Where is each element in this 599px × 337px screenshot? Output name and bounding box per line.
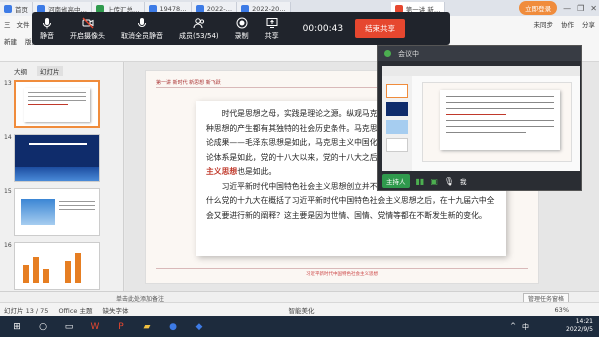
meeting-floating-window[interactable]: 会议中 主持人 ▮▮ ▣ 🎙 我 <box>377 45 582 191</box>
tab-slides[interactable]: 幻灯片 <box>37 66 63 76</box>
host-badge: 主持人 <box>382 174 410 188</box>
meeting-app-icon[interactable]: ◆ <box>190 320 208 334</box>
chevron-up-icon[interactable]: ^ <box>510 322 516 332</box>
meeting-window-controls: 主持人 ▮▮ ▣ 🎙 我 <box>382 174 467 188</box>
windows-taskbar: ⊞ ○ ▭ W P ▰ ● ◆ ^ 中 14:21 2022/9/5 <box>0 316 599 337</box>
status-bar: 幻灯片 13 / 75 Office 主题 缺失字体 智能美化 63% <box>0 302 599 316</box>
task-view-icon[interactable]: ▭ <box>60 320 78 334</box>
slide-thumb-row[interactable]: 13 <box>4 80 100 128</box>
left-panel-tabs: 大纲 幻灯片 <box>0 62 123 80</box>
folder-icon[interactable]: ▰ <box>138 320 156 334</box>
record-button[interactable]: 录制 <box>235 17 249 41</box>
close-icon[interactable]: ✕ <box>590 4 597 13</box>
signal-icon: ▮▮ <box>415 176 425 186</box>
share-label: 共享 <box>264 31 279 40</box>
slide-thumbnail[interactable] <box>14 242 100 290</box>
tab-home[interactable]: 首页 <box>0 2 33 16</box>
slide-thumbnail[interactable] <box>14 134 100 182</box>
slide-number: 13 <box>4 80 12 87</box>
minimize-icon[interactable]: — <box>563 4 571 13</box>
footer-divider <box>156 268 528 269</box>
clock-time: 14:21 <box>575 318 593 325</box>
mute-button[interactable]: 静音 <box>40 17 54 41</box>
slide-thumb-row[interactable]: 16 <box>4 242 100 290</box>
share-screen-icon <box>266 17 278 28</box>
record-icon <box>236 17 248 28</box>
windows-start-icon[interactable]: ⊞ <box>8 320 26 334</box>
slide-thumb-row[interactable]: 15 <box>4 188 100 236</box>
ribbon-right-tools: 未同步 协作 分享 <box>534 19 596 29</box>
home-icon <box>4 5 12 13</box>
login-button[interactable]: 立即登录 <box>519 1 558 15</box>
camera-off-icon <box>82 17 93 28</box>
slide-thumb-row[interactable]: 14 <box>4 134 100 182</box>
microphone-icon <box>43 17 51 28</box>
meeting-window-title: 会议中 <box>378 46 581 61</box>
camera-button[interactable]: 开启摄像头 <box>70 17 105 41</box>
ribbon-right-item[interactable]: 协作 <box>561 19 574 29</box>
window-controls: 立即登录 — ❐ ✕ <box>519 1 597 15</box>
chat-icon[interactable]: ▣ <box>430 177 438 186</box>
menu-item[interactable]: 三 <box>4 19 11 29</box>
slide-footer-text: 习近平新时代中国特色社会主义思想 <box>306 272 378 277</box>
members-icon <box>193 17 204 28</box>
notes-bar: 单击此处添加备注 管理任务窗格 <box>0 291 599 304</box>
wps-icon[interactable]: W <box>86 320 104 334</box>
record-label: 录制 <box>234 31 249 40</box>
slide-number: 16 <box>4 242 12 249</box>
unmute-all-button[interactable]: 取消全员静音 <box>121 17 163 41</box>
slide-number: 15 <box>4 188 12 195</box>
language-indicator[interactable]: 中 <box>522 322 529 332</box>
unmute-all-label: 取消全员静音 <box>121 31 163 40</box>
ribbon-right-item[interactable]: 分享 <box>582 19 595 29</box>
tab-label: 首页 <box>15 6 28 14</box>
members-button[interactable]: 成员(53/54) <box>179 17 219 41</box>
zoom-level[interactable]: 63% <box>555 306 569 314</box>
meeting-status-icon <box>384 50 391 57</box>
slide-thumbnail[interactable] <box>14 188 100 236</box>
slide-thumbnail[interactable] <box>14 80 100 128</box>
mute-label: 静音 <box>40 31 54 40</box>
slide-header-text: 第一讲 新时代 新思想 新飞跃 <box>156 80 221 86</box>
slide-counter: 幻灯片 13 / 75 <box>4 306 49 315</box>
ribbon-right-item[interactable]: 未同步 <box>534 19 554 29</box>
shared-screen-preview <box>382 66 580 171</box>
meeting-toolbar: 静音 开启摄像头 取消全员静音 成员(53/54) 录制 共享 00:00:43… <box>32 12 450 45</box>
missing-font-indicator[interactable]: 缺失字体 <box>102 305 128 315</box>
slide-number: 14 <box>4 134 12 141</box>
camera-label: 开启摄像头 <box>70 31 105 40</box>
microphone-all-icon <box>138 17 146 27</box>
ribbon-tool[interactable]: 新建 <box>4 36 17 46</box>
clock-date: 2022/9/5 <box>566 326 593 333</box>
share-button[interactable]: 共享 <box>265 17 279 41</box>
system-tray: ^ 中 <box>510 322 529 332</box>
tab-outline[interactable]: 大纲 <box>14 66 27 76</box>
slide-thumbnail-panel: 大纲 幻灯片 13 14 15 16 <box>0 62 124 302</box>
menu-item[interactable]: 文件 <box>17 19 30 29</box>
meeting-timer: 00:00:43 <box>302 23 344 34</box>
browser-icon[interactable]: ● <box>164 320 182 334</box>
members-label: 成员(53/54) <box>179 31 219 40</box>
microphone-icon[interactable]: 🎙 <box>444 177 454 186</box>
self-label: 我 <box>460 178 467 186</box>
paragraph-1-end: 也是如此。 <box>237 167 277 176</box>
ppt-app-icon[interactable]: P <box>112 320 130 334</box>
menu-row: 三 文件 <box>4 19 30 29</box>
clock[interactable]: 14:21 2022/9/5 <box>566 318 593 334</box>
end-share-button[interactable]: 结束共享 <box>355 19 406 38</box>
maximize-icon[interactable]: ❐ <box>577 4 584 13</box>
smart-beautify-button[interactable]: 智能美化 <box>288 305 314 315</box>
search-icon[interactable]: ○ <box>34 320 52 334</box>
meeting-title-text: 会议中 <box>398 49 419 58</box>
theme-name: Office 主题 <box>58 306 93 315</box>
